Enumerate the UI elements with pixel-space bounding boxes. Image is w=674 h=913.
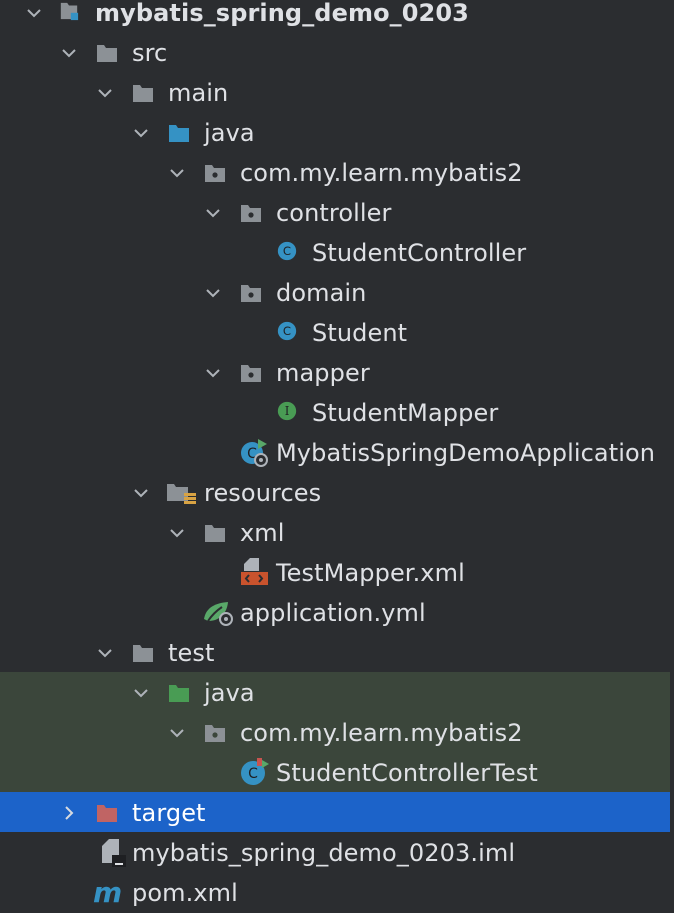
svg-text:I: I <box>285 404 290 418</box>
folder-label-resources: resources <box>204 479 322 507</box>
folder-label-target: target <box>132 799 206 827</box>
package-label-controller: controller <box>276 199 392 227</box>
tree-row-test-package[interactable]: com.my.learn.mybatis2 <box>0 713 670 753</box>
tree-row-domain[interactable]: domain <box>0 273 670 313</box>
class-label-student: Student <box>312 319 408 347</box>
package-icon <box>205 725 225 742</box>
file-label-testmapper-xml: TestMapper.xml <box>276 559 465 587</box>
tree-row-application-class[interactable]: C MybatisSpringDemoApplication <box>0 433 670 473</box>
folder-label-test-java: java <box>204 679 255 707</box>
svg-text:C: C <box>248 766 258 782</box>
chevron-down-icon[interactable] <box>169 165 185 181</box>
module-icon <box>60 2 79 21</box>
file-label-pom: pom.xml <box>132 879 238 907</box>
tree-row-test-class[interactable]: C StudentControllerTest <box>0 753 670 793</box>
folder-label-test: test <box>168 639 215 667</box>
chevron-down-icon[interactable] <box>133 485 149 501</box>
chevron-down-icon[interactable] <box>133 685 149 701</box>
tree-row-main[interactable]: main <box>0 73 670 113</box>
svg-text:C: C <box>283 324 291 338</box>
tree-row-student-controller[interactable]: C StudentController <box>0 233 670 273</box>
chevron-right-icon[interactable] <box>61 805 77 821</box>
class-label-student-controller: StudentController <box>312 239 527 267</box>
package-icon <box>205 165 225 182</box>
svg-text:C: C <box>283 244 291 258</box>
folder-label-main: main <box>168 79 229 107</box>
folder-icon <box>133 645 153 662</box>
package-label-domain: domain <box>276 279 367 307</box>
package-label-mapper: mapper <box>276 359 370 387</box>
project-tree: mybatis_spring_demo_0203 src main java c… <box>0 0 674 907</box>
svg-text:m: m <box>93 877 122 907</box>
package-label: com.my.learn.mybatis2 <box>240 159 523 187</box>
chevron-down-icon[interactable] <box>169 525 185 541</box>
interface-label-student-mapper: StudentMapper <box>312 399 499 427</box>
chevron-down-icon[interactable] <box>169 725 185 741</box>
tree-row-target[interactable]: target <box>0 793 670 833</box>
tree-row-pom[interactable]: m pom.xml <box>0 873 670 913</box>
folder-icon <box>205 525 225 542</box>
package-icon <box>241 365 261 382</box>
tree-row-xml-file[interactable]: TestMapper.xml <box>0 553 670 593</box>
chevron-down-icon[interactable] <box>61 45 77 61</box>
tree-row-test-java[interactable]: java <box>0 673 670 713</box>
file-label-iml: mybatis_spring_demo_0203.iml <box>132 839 516 867</box>
tree-row-main-java[interactable]: java <box>0 113 670 153</box>
chevron-down-icon[interactable] <box>133 125 149 141</box>
tree-row-project[interactable]: mybatis_spring_demo_0203 <box>0 0 670 33</box>
tree-row-yml-file[interactable]: application.yml <box>0 593 670 633</box>
source-root-folder-icon <box>169 125 189 142</box>
folder-icon <box>133 85 153 102</box>
test-package-label: com.my.learn.mybatis2 <box>240 719 523 747</box>
tree-row-student-mapper[interactable]: I StudentMapper <box>0 393 670 433</box>
spring-boot-app-icon: C <box>241 439 268 467</box>
resources-folder-icon <box>167 484 196 504</box>
tree-row-student[interactable]: C Student <box>0 313 670 353</box>
class-label-application: MybatisSpringDemoApplication <box>276 439 656 467</box>
tree-row-mapper[interactable]: mapper <box>0 353 670 393</box>
class-icon: C <box>277 241 297 261</box>
tree-row-src[interactable]: src <box>0 33 670 73</box>
folder-label-java: java <box>204 119 255 147</box>
xml-file-icon <box>241 558 268 585</box>
file-label-application-yml: application.yml <box>240 599 426 627</box>
chevron-down-icon[interactable] <box>205 365 221 381</box>
chevron-down-icon[interactable] <box>26 5 42 21</box>
chevron-down-icon[interactable] <box>97 85 113 101</box>
tree-row-test[interactable]: test <box>0 633 670 673</box>
tree-row-main-package[interactable]: com.my.learn.mybatis2 <box>0 153 670 193</box>
tree-row-resources[interactable]: resources <box>0 473 670 513</box>
chevron-down-icon[interactable] <box>205 205 221 221</box>
spring-yaml-icon <box>204 602 233 626</box>
folder-label-src: src <box>132 39 168 67</box>
project-name: mybatis_spring_demo_0203 <box>95 0 469 27</box>
maven-icon: m <box>93 877 122 907</box>
class-label-test: StudentControllerTest <box>276 759 538 787</box>
package-icon <box>241 285 261 302</box>
excluded-folder-icon <box>97 805 117 822</box>
test-root-folder-icon <box>169 685 189 702</box>
tree-row-controller[interactable]: controller <box>0 193 670 233</box>
folder-icon <box>97 45 117 62</box>
package-icon <box>241 205 261 222</box>
iml-file-icon <box>102 839 126 867</box>
chevron-down-icon[interactable] <box>97 645 113 661</box>
class-icon: C <box>277 321 297 341</box>
tree-row-iml-file[interactable]: mybatis_spring_demo_0203.iml <box>0 833 670 873</box>
test-class-icon: C <box>241 758 269 785</box>
tree-row-xml-folder[interactable]: xml <box>0 513 670 553</box>
chevron-down-icon[interactable] <box>205 285 221 301</box>
folder-label-xml: xml <box>240 519 285 547</box>
interface-icon: I <box>277 401 297 421</box>
